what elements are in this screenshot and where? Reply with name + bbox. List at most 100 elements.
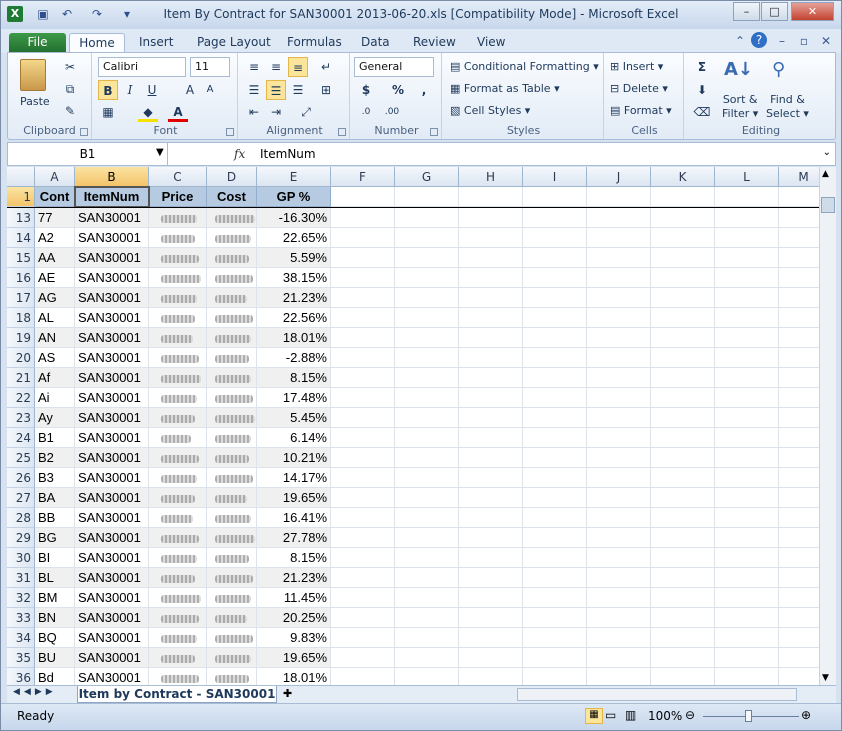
format-cells-button[interactable]: ▤ Format ▾ [610,104,672,118]
empty-cell[interactable] [395,528,459,548]
cost-cell-redacted[interactable] [207,668,257,685]
column-header-b[interactable]: B [75,167,149,187]
empty-cell[interactable] [395,348,459,368]
merge-center-icon[interactable]: ⊞ [316,80,336,100]
header-cell[interactable]: Cost [207,187,257,207]
wrap-text-icon[interactable]: ↵ [316,57,336,77]
empty-cell[interactable] [459,408,523,428]
cost-cell-redacted[interactable] [207,648,257,668]
row-header[interactable]: 26 [7,468,35,488]
page-layout-view-icon[interactable]: ▭ [605,708,616,722]
column-header-h[interactable]: H [459,167,523,187]
align-middle-icon[interactable]: ≡ [266,57,286,77]
empty-cell[interactable] [331,488,395,508]
gp-percent-cell[interactable]: 16.41% [257,508,331,528]
empty-cell[interactable] [331,468,395,488]
empty-cell[interactable] [331,408,395,428]
empty-cell[interactable] [459,608,523,628]
number-launcher-icon[interactable] [430,128,438,136]
empty-cell[interactable] [523,628,587,648]
decrease-indent-icon[interactable]: ⇤ [244,102,264,122]
itemnum-cell[interactable]: SAN30001 [75,348,149,368]
empty-cell[interactable] [331,648,395,668]
sort-filter-button[interactable]: Sort & Filter ▾ [722,93,758,121]
empty-cell[interactable] [715,388,779,408]
empty-cell[interactable] [331,428,395,448]
fill-icon[interactable]: ⬇ [692,80,712,100]
empty-cell[interactable] [523,328,587,348]
price-cell-redacted[interactable] [149,248,207,268]
empty-cell[interactable] [587,228,651,248]
itemnum-cell[interactable]: SAN30001 [75,408,149,428]
empty-cell[interactable] [715,408,779,428]
itemnum-cell[interactable]: SAN30001 [75,288,149,308]
row-header[interactable]: 22 [7,388,35,408]
row-header[interactable]: 13 [7,208,35,228]
tab-home[interactable]: Home [69,33,125,53]
borders-icon[interactable]: ▦ [98,102,118,122]
font-size-box[interactable]: 11 [190,57,230,77]
empty-cell[interactable] [651,328,715,348]
price-cell-redacted[interactable] [149,428,207,448]
row-header[interactable]: 19 [7,328,35,348]
empty-cell[interactable] [715,208,779,228]
cont-cell[interactable]: Bd [35,668,75,685]
cont-cell[interactable]: BG [35,528,75,548]
tab-formulas[interactable]: Formulas [287,33,342,53]
empty-cell[interactable] [651,187,715,207]
empty-cell[interactable] [459,588,523,608]
zoom-slider-thumb[interactable] [745,710,752,722]
normal-view-icon[interactable]: ▦ [585,708,603,724]
help-icon[interactable]: ? [751,32,767,48]
empty-cell[interactable] [331,208,395,228]
page-break-view-icon[interactable]: ▥ [625,708,636,722]
row-header[interactable]: 28 [7,508,35,528]
row-header[interactable]: 30 [7,548,35,568]
font-color-icon[interactable]: A [168,102,188,122]
empty-cell[interactable] [651,648,715,668]
empty-cell[interactable] [779,308,819,328]
empty-cell[interactable] [715,588,779,608]
empty-cell[interactable] [395,508,459,528]
empty-cell[interactable] [395,428,459,448]
empty-cell[interactable] [715,548,779,568]
empty-cell[interactable] [587,388,651,408]
empty-cell[interactable] [331,508,395,528]
empty-cell[interactable] [651,408,715,428]
price-cell-redacted[interactable] [149,208,207,228]
maximize-button[interactable]: □ [761,2,788,21]
header-cell[interactable]: Cont [35,187,75,207]
increase-decimal-icon[interactable]: .0 [356,102,376,122]
empty-cell[interactable] [523,648,587,668]
empty-cell[interactable] [779,388,819,408]
gp-percent-cell[interactable]: 27.78% [257,528,331,548]
empty-cell[interactable] [651,508,715,528]
row-header[interactable]: 32 [7,588,35,608]
price-cell-redacted[interactable] [149,648,207,668]
empty-cell[interactable] [779,508,819,528]
empty-cell[interactable] [395,488,459,508]
empty-cell[interactable] [587,628,651,648]
gp-percent-cell[interactable]: 18.01% [257,668,331,685]
italic-button[interactable]: I [120,80,140,100]
cont-cell[interactable]: Ay [35,408,75,428]
empty-cell[interactable] [587,368,651,388]
gp-percent-cell[interactable]: 38.15% [257,268,331,288]
format-as-table-button[interactable]: ▦ Format as Table ▾ [450,82,560,96]
itemnum-cell[interactable]: SAN30001 [75,268,149,288]
empty-cell[interactable] [779,268,819,288]
itemnum-cell[interactable]: SAN30001 [75,468,149,488]
empty-cell[interactable] [459,468,523,488]
cont-cell[interactable]: BA [35,488,75,508]
itemnum-cell[interactable]: SAN30001 [75,488,149,508]
row-header[interactable]: 14 [7,228,35,248]
gp-percent-cell[interactable]: 19.65% [257,488,331,508]
empty-cell[interactable] [459,187,523,207]
gp-percent-cell[interactable]: 22.56% [257,308,331,328]
empty-cell[interactable] [651,668,715,685]
price-cell-redacted[interactable] [149,268,207,288]
column-header-k[interactable]: K [651,167,715,187]
empty-cell[interactable] [779,187,819,207]
worksheet-grid[interactable]: A B C D E F G H I J K L M 1 Cont ItemNum Price Cost GP % 13… [7,167,819,685]
empty-cell[interactable] [395,288,459,308]
